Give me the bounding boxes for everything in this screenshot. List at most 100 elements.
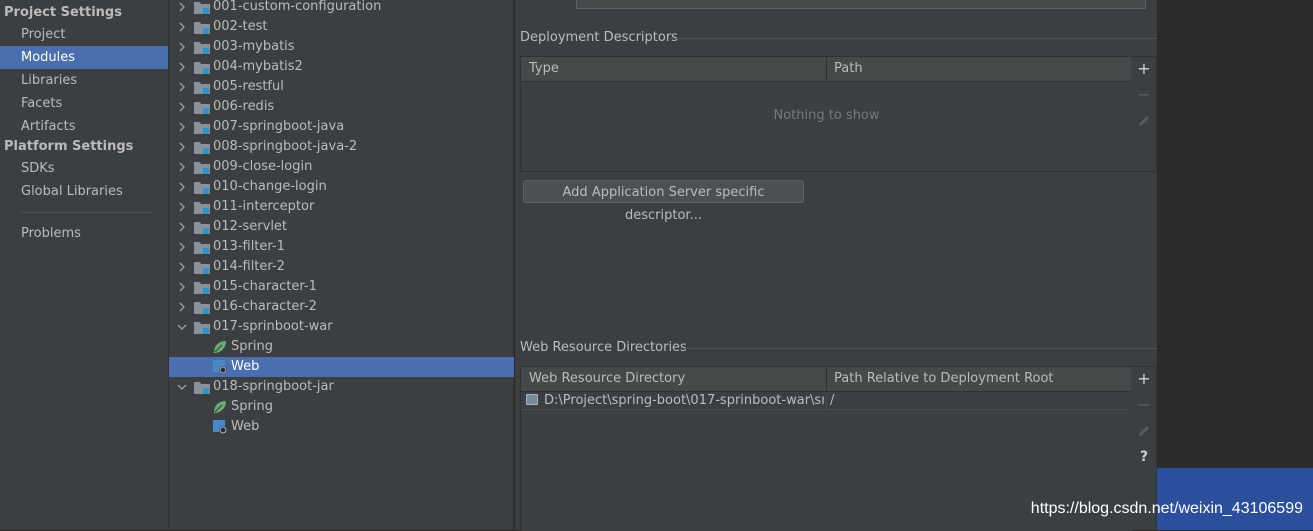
module-label: 012-servlet [213, 219, 288, 234]
edit-icon[interactable] [1131, 109, 1157, 133]
tree-row-module[interactable]: 018-springboot-jar [169, 377, 514, 397]
module-folder-icon [194, 81, 210, 94]
chevron-right-icon[interactable] [177, 157, 187, 177]
sidebar-item-global-libraries[interactable]: Global Libraries [0, 180, 168, 203]
column-type[interactable]: Type [521, 57, 559, 81]
column-divider [826, 392, 827, 409]
chevron-right-icon[interactable] [177, 117, 187, 137]
module-tree[interactable]: 001-custom-configuration 002-test 003-myba… [168, 0, 514, 530]
chevron-right-icon[interactable] [177, 217, 187, 237]
module-label: 015-character-1 [213, 279, 317, 294]
module-folder-icon [194, 121, 210, 134]
edit-icon[interactable] [1131, 419, 1157, 443]
tree-row-module[interactable]: 006-redis [169, 97, 514, 117]
module-folder-icon [194, 301, 210, 314]
add-server-descriptor-button[interactable]: Add Application Server specific descript… [523, 180, 804, 223]
top-field[interactable] [576, 0, 1146, 9]
sidebar-item-artifacts[interactable]: Artifacts [0, 115, 168, 138]
watermark: https://blog.csdn.net/weixin_43106599 [1030, 500, 1303, 517]
sidebar-item-facets[interactable]: Facets [0, 92, 168, 115]
spring-leaf-icon [213, 400, 227, 414]
column-web-resource-directory[interactable]: Web Resource Directory [521, 367, 685, 391]
tree-row-module[interactable]: 010-change-login [169, 177, 514, 197]
chevron-right-icon[interactable] [177, 257, 187, 277]
chevron-right-icon[interactable] [177, 77, 187, 97]
relative-path-cell[interactable]: / [830, 392, 834, 409]
facet-label: Spring [231, 339, 273, 354]
tree-row-module[interactable]: 016-character-2 [169, 297, 514, 317]
tree-row-facet[interactable]: Web [169, 357, 514, 377]
tree-row-module[interactable]: 012-servlet [169, 217, 514, 237]
module-folder-icon [194, 181, 210, 194]
module-folder-icon [194, 61, 210, 74]
sidebar-item-sdks[interactable]: SDKs [0, 157, 168, 180]
module-folder-icon [194, 1, 210, 14]
module-label: 008-springboot-java-2 [213, 139, 358, 154]
chevron-right-icon[interactable] [177, 17, 187, 37]
tree-row-module[interactable]: 014-filter-2 [169, 257, 514, 277]
module-folder-icon [194, 321, 210, 334]
deployment-descriptors-title: Deployment Descriptors [520, 30, 678, 45]
remove-icon[interactable]: − [1131, 393, 1157, 417]
chevron-down-icon[interactable] [177, 317, 187, 337]
chevron-right-icon[interactable] [177, 137, 187, 157]
chevron-right-icon[interactable] [177, 277, 187, 297]
module-label: 010-change-login [213, 179, 327, 194]
tree-row-module[interactable]: 005-restful [169, 77, 514, 97]
tree-row-module[interactable]: 011-interceptor [169, 197, 514, 217]
tree-row-module[interactable]: 009-close-login [169, 157, 514, 177]
module-label: 009-close-login [213, 159, 313, 174]
module-folder-icon [194, 161, 210, 174]
add-icon[interactable]: + [1131, 367, 1157, 391]
sidebar-item-project[interactable]: Project [0, 23, 168, 46]
sidebar-item-problems[interactable]: Problems [0, 222, 168, 245]
module-label: 018-springboot-jar [213, 379, 334, 394]
tree-row-module[interactable]: 013-filter-1 [169, 237, 514, 257]
tree-row-module[interactable]: 001-custom-configuration [169, 0, 514, 17]
platform-settings-header: Platform Settings [4, 139, 134, 154]
chevron-right-icon[interactable] [177, 197, 187, 217]
module-folder-icon [194, 221, 210, 234]
tree-row-module[interactable]: 017-sprinboot-war [169, 317, 514, 337]
module-label: 001-custom-configuration [213, 0, 382, 14]
help-icon[interactable]: ? [1131, 445, 1157, 469]
sidebar-item-libraries[interactable]: Libraries [0, 69, 168, 92]
tree-row-module[interactable]: 008-springboot-java-2 [169, 137, 514, 157]
deployment-descriptors-table[interactable]: Type Path Nothing to show [520, 56, 1133, 172]
facet-label: Web [231, 419, 260, 434]
chevron-right-icon[interactable] [177, 37, 187, 57]
chevron-right-icon[interactable] [177, 57, 187, 77]
module-folder-icon [194, 261, 210, 274]
module-label: 011-interceptor [213, 199, 315, 214]
deployment-toolbar: + − [1131, 56, 1157, 172]
table-header: Web Resource Directory Path Relative to … [521, 367, 1132, 392]
tree-row-module[interactable]: 004-mybatis2 [169, 57, 514, 77]
tree-row-facet[interactable]: Spring [169, 337, 514, 357]
tree-row-facet[interactable]: Spring [169, 397, 514, 417]
tree-row-module[interactable]: 007-springboot-java [169, 117, 514, 137]
module-folder-icon [194, 21, 210, 34]
chevron-right-icon[interactable] [177, 0, 187, 17]
column-path[interactable]: Path [826, 57, 863, 81]
chevron-right-icon[interactable] [177, 297, 187, 317]
chevron-right-icon[interactable] [177, 237, 187, 257]
web-resource-directory-cell[interactable]: D:\Project\spring-boot\017-sprinboot-war… [544, 392, 824, 409]
web-facet-icon [213, 360, 227, 374]
spring-leaf-icon [213, 340, 227, 354]
chevron-right-icon[interactable] [177, 177, 187, 197]
tree-row-facet[interactable]: Web [169, 417, 514, 437]
tree-row-module[interactable]: 002-test [169, 17, 514, 37]
tree-row-module[interactable]: 003-mybatis [169, 37, 514, 57]
remove-icon[interactable]: − [1131, 83, 1157, 107]
sidebar-item-modules[interactable]: Modules [0, 46, 168, 69]
table-header: Type Path [521, 57, 1132, 82]
add-icon[interactable]: + [1131, 57, 1157, 81]
table-row[interactable]: D:\Project\spring-boot\017-sprinboot-war… [521, 392, 1132, 410]
tree-row-module[interactable]: 015-character-1 [169, 277, 514, 297]
chevron-right-icon[interactable] [177, 97, 187, 117]
module-folder-icon [194, 241, 210, 254]
chevron-down-icon[interactable] [177, 377, 187, 397]
module-label: 006-redis [213, 99, 275, 114]
column-path-relative[interactable]: Path Relative to Deployment Root [826, 367, 1054, 391]
module-label: 003-mybatis [213, 39, 295, 54]
